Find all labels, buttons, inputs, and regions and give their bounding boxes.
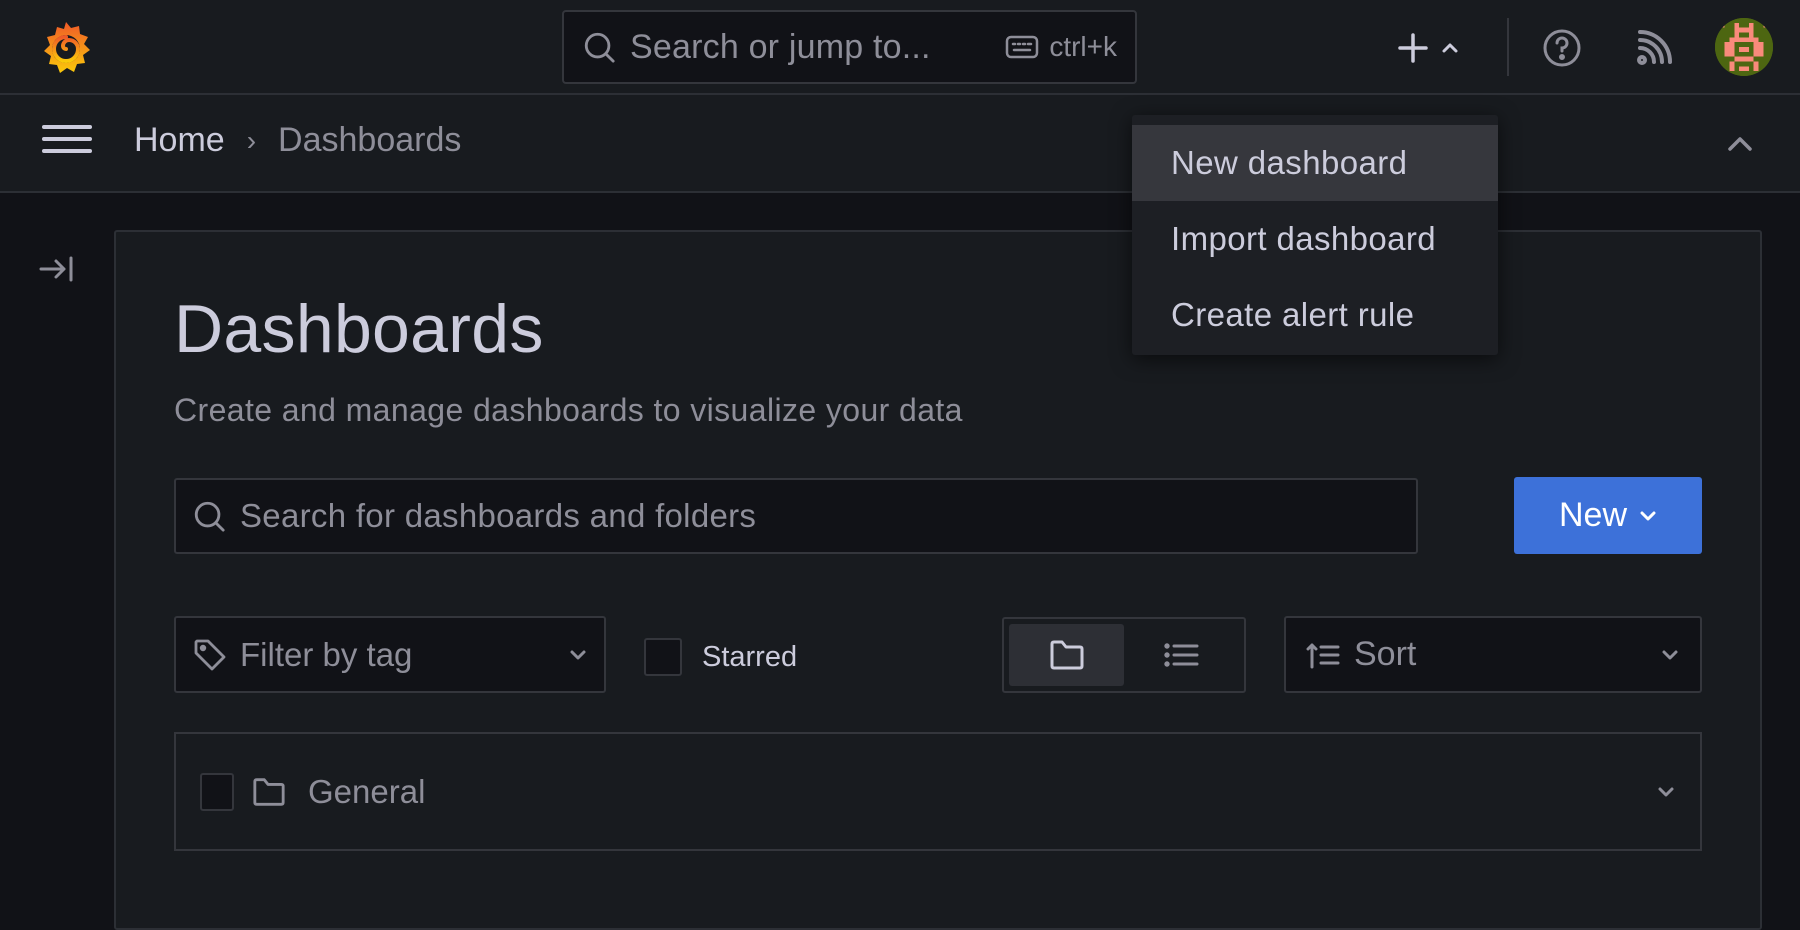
dashboard-search-placeholder: Search for dashboards and folders [240, 497, 757, 534]
new-button-label: New [1558, 496, 1628, 534]
list-icon [1163, 643, 1198, 667]
hamburger-icon [42, 125, 92, 129]
starred-checkbox[interactable] [644, 638, 682, 676]
rss-icon [1637, 30, 1672, 65]
news-button[interactable] [1632, 26, 1676, 70]
folder-icon [1050, 640, 1083, 670]
breadcrumb-bar: Home › Dashboards [0, 95, 1800, 193]
new-dropdown-menu: New dashboard Import dashboard Create al… [1132, 115, 1498, 355]
search-icon [584, 32, 615, 63]
help-button[interactable] [1540, 26, 1584, 70]
chevron-up-icon [1442, 43, 1458, 53]
keyboard-icon [1006, 35, 1039, 59]
breadcrumb-current: Dashboards [278, 121, 462, 159]
chevron-down-icon [1662, 650, 1678, 659]
tag-icon [194, 639, 226, 670]
starred-filter[interactable]: Starred [644, 638, 797, 676]
folder-checkbox[interactable] [200, 772, 234, 811]
page-subtitle: Create and manage dashboards to visualiz… [174, 392, 963, 428]
tag-filter-select[interactable]: Filter by tag [174, 616, 606, 693]
add-new-button[interactable] [1396, 24, 1460, 72]
view-mode-toggle [1002, 617, 1246, 693]
user-avatar[interactable] [1715, 18, 1773, 76]
menu-item-new-dashboard[interactable]: New dashboard [1132, 125, 1498, 201]
new-button[interactable]: New [1514, 477, 1702, 554]
sort-ascending-icon [1306, 643, 1340, 668]
grafana-logo-icon[interactable] [36, 18, 96, 78]
top-bar: Search or jump to... ctrl+k [0, 0, 1800, 95]
breadcrumb-separator: › [246, 124, 257, 156]
menu-toggle-button[interactable] [42, 125, 92, 161]
chevron-down-icon [570, 650, 586, 659]
chevron-up-icon [1728, 137, 1752, 151]
chevron-down-icon[interactable] [1656, 785, 1676, 799]
help-circle-icon [1543, 29, 1581, 67]
breadcrumb-home[interactable]: Home [134, 121, 225, 160]
search-icon [194, 501, 225, 532]
breadcrumb: Home › Dashboards [134, 121, 461, 160]
dock-menu-button[interactable] [38, 254, 76, 284]
chevron-down-icon [1640, 511, 1656, 520]
list-view-button[interactable] [1124, 624, 1239, 686]
toolbar-divider [1507, 18, 1509, 76]
page-title: Dashboards [174, 291, 544, 367]
global-search-placeholder: Search or jump to... [630, 27, 931, 66]
search-shortcut-hint: ctrl+k [1005, 31, 1117, 63]
folder-view-button[interactable] [1009, 624, 1124, 686]
collapse-header-button[interactable] [1725, 129, 1755, 159]
sort-select[interactable]: Sort [1284, 616, 1702, 693]
global-search-input[interactable]: Search or jump to... ctrl+k [562, 10, 1137, 84]
folder-name: General [308, 772, 426, 810]
sort-placeholder: Sort [1354, 635, 1417, 673]
folder-row-general[interactable]: General [174, 732, 1702, 851]
tag-filter-placeholder: Filter by tag [240, 635, 413, 673]
dashboard-search-input[interactable]: Search for dashboards and folders [174, 478, 1418, 554]
menu-item-create-alert-rule[interactable]: Create alert rule [1132, 277, 1498, 353]
starred-label: Starred [702, 640, 798, 673]
folder-icon [253, 777, 285, 806]
plus-icon [1398, 33, 1428, 63]
menu-item-import-dashboard[interactable]: Import dashboard [1132, 201, 1498, 277]
arrow-to-right-icon [39, 256, 73, 282]
shortcut-label: ctrl+k [1049, 31, 1117, 62]
